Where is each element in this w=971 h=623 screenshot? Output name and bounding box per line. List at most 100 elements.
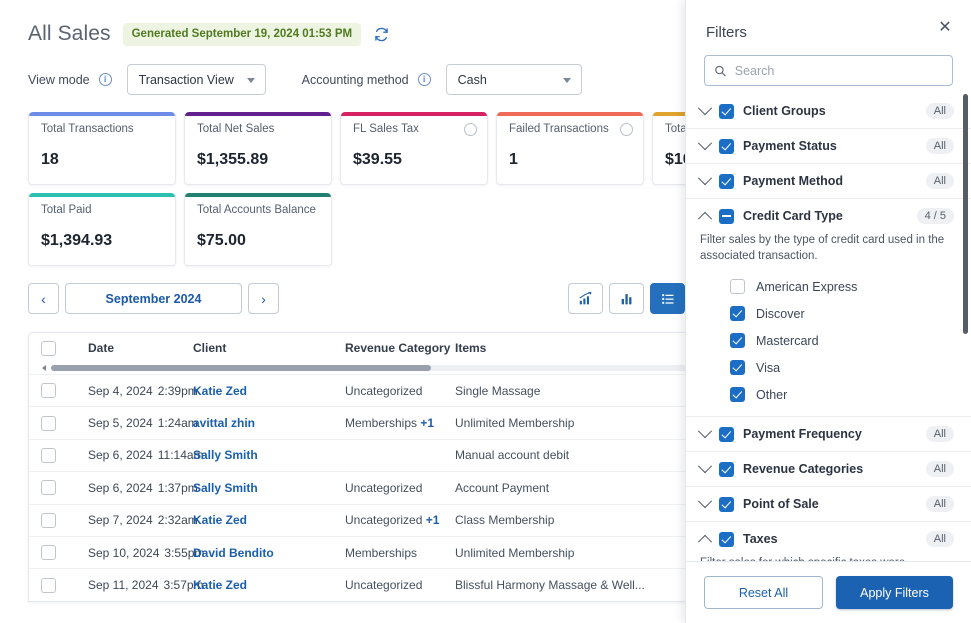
chevron-down-icon[interactable] [697, 101, 713, 116]
kpi-card: Total Accounts Balance $75.00 [184, 193, 332, 266]
horizontal-scrollbar[interactable] [29, 363, 685, 374]
filter-group-header[interactable]: Credit Card Type 4 / 5 [686, 199, 971, 233]
filter-option-checkbox[interactable] [730, 279, 745, 294]
filter-group-header[interactable]: Payment Method All [686, 164, 971, 198]
chevron-down-icon[interactable] [697, 136, 713, 151]
filter-group-count: All [925, 531, 954, 547]
filter-group-header[interactable]: Payment Status All [686, 129, 971, 163]
filter-option[interactable]: Mastercard [686, 327, 971, 354]
category-extra-count: +1 [420, 416, 435, 431]
row-checkbox[interactable] [41, 415, 56, 431]
filter-group-header[interactable]: Client Groups All [686, 94, 971, 128]
chevron-up-icon[interactable] [697, 211, 713, 226]
kpi-title: Total Net Sales [197, 123, 275, 135]
chevron-down-icon[interactable] [697, 171, 713, 186]
cell-client[interactable]: Sally Smith [193, 481, 345, 495]
row-checkbox[interactable] [41, 512, 56, 528]
cell-revenue-category: Uncategorized [345, 578, 455, 592]
filter-group-client-groups: Client Groups All [686, 94, 971, 129]
row-checkbox[interactable] [41, 447, 56, 463]
date-value: Sep 10, 2024 [88, 545, 160, 560]
search-input[interactable] [734, 63, 943, 78]
chevron-up-icon[interactable] [697, 534, 713, 549]
view-mode-select[interactable]: Transaction View [126, 64, 266, 95]
filter-option[interactable]: Discover [686, 300, 971, 327]
table-row[interactable]: Sep 5, 2024 1:24am avittal zhin Membershi… [29, 406, 685, 438]
accounting-method-label: Accounting method [301, 72, 409, 87]
filters-panel: Filters ✕ Client Groups All [685, 0, 971, 623]
filter-group-header[interactable]: Revenue Categories All [686, 452, 971, 486]
filter-group-checkbox[interactable] [719, 496, 734, 512]
filter-group-payment-frequency: Payment Frequency All [686, 417, 971, 452]
scroll-left-arrow-icon[interactable] [42, 365, 46, 371]
chevron-down-icon[interactable] [697, 459, 713, 474]
filter-option-checkbox[interactable] [730, 387, 745, 402]
accounting-method-info-icon[interactable]: i [417, 73, 431, 86]
column-header-date[interactable]: Date [56, 341, 193, 355]
apply-filters-button[interactable]: Apply Filters [836, 576, 953, 609]
filter-group-payment-status: Payment Status All [686, 129, 971, 164]
kpi-card: Failed Transactions 1 [496, 112, 644, 185]
filter-group-checkbox[interactable] [719, 103, 734, 119]
filter-group-header[interactable]: Point of Sale All [686, 487, 971, 521]
column-header-client[interactable]: Client [193, 341, 345, 355]
cell-client[interactable]: Katie Zed [193, 384, 345, 398]
bar-chart-view-button[interactable] [609, 283, 644, 314]
row-checkbox[interactable] [41, 480, 56, 496]
period-label-button[interactable]: September 2024 [65, 283, 242, 314]
filter-option-checkbox[interactable] [730, 306, 745, 321]
cell-client[interactable]: avittal zhin [193, 416, 345, 430]
filter-option-checkbox[interactable] [730, 360, 745, 375]
previous-period-button[interactable]: ‹ [28, 283, 59, 314]
filter-option[interactable]: American Express [686, 273, 971, 300]
table-row[interactable]: Sep 11, 2024 3:57pm Katie Zed Uncategoriz… [29, 568, 685, 600]
row-checkbox[interactable] [41, 577, 56, 593]
filter-group-checkbox[interactable] [719, 461, 734, 477]
filter-group-label: Taxes [743, 532, 778, 546]
next-period-button[interactable]: › [248, 283, 279, 314]
close-icon[interactable]: ✕ [936, 19, 954, 37]
filters-scrollbar-thumb[interactable] [963, 94, 968, 334]
filter-option[interactable]: Other [686, 381, 971, 408]
table-row[interactable]: Sep 7, 2024 2:32am Katie Zed Uncategorize… [29, 503, 685, 536]
select-all-checkbox[interactable] [41, 340, 56, 356]
cell-client[interactable]: Sally Smith [193, 448, 345, 462]
table-row[interactable]: Sep 6, 2024 1:37pm Sally Smith Uncategori… [29, 471, 685, 503]
filter-group-checkbox[interactable] [719, 138, 734, 154]
filter-group-checkbox[interactable] [719, 208, 734, 224]
kpi-value: 1 [509, 151, 518, 168]
chevron-down-icon [246, 78, 255, 83]
scrollbar-thumb[interactable] [51, 365, 431, 371]
trend-chart-view-button[interactable] [568, 283, 603, 314]
refresh-icon[interactable] [373, 26, 390, 43]
kpi-value: $39.55 [353, 151, 402, 168]
kpi-value: $1,355.89 [197, 151, 269, 168]
cell-client[interactable]: David Bendito [193, 546, 345, 560]
filters-footer: Reset All Apply Filters [686, 561, 971, 623]
cell-date: Sep 5, 2024 1:24am [56, 416, 198, 430]
table-row[interactable]: Sep 4, 2024 2:39pm Katie Zed Uncategorize… [29, 374, 685, 406]
table-row[interactable]: Sep 10, 2024 3:55pm David Bendito Members… [29, 535, 685, 568]
accounting-method-select[interactable]: Cash [445, 64, 582, 95]
filter-option[interactable]: Visa [686, 354, 971, 381]
row-checkbox[interactable] [41, 383, 56, 399]
cell-client[interactable]: Katie Zed [193, 513, 345, 527]
filter-group-checkbox[interactable] [719, 426, 734, 442]
filter-group-checkbox[interactable] [719, 173, 734, 189]
kpi-title: Total Transactions [41, 123, 134, 135]
table-row[interactable]: Sep 6, 2024 11:14am Sally Smith Manual ac… [29, 438, 685, 471]
column-header-items[interactable]: Items [455, 341, 675, 355]
reset-all-button[interactable]: Reset All [704, 576, 823, 609]
row-checkbox[interactable] [41, 545, 56, 561]
filter-group-header[interactable]: Payment Frequency All [686, 417, 971, 451]
filter-option-checkbox[interactable] [730, 333, 745, 348]
list-view-button[interactable] [650, 283, 685, 314]
filter-group-checkbox[interactable] [719, 531, 734, 547]
cell-client[interactable]: Katie Zed [193, 578, 345, 592]
chevron-down-icon[interactable] [697, 494, 713, 509]
filter-group-header[interactable]: Taxes All [686, 522, 971, 556]
filters-search[interactable] [704, 55, 953, 86]
column-header-revenue-category[interactable]: Revenue Category [345, 341, 455, 355]
view-mode-info-icon[interactable]: i [98, 73, 112, 86]
chevron-down-icon[interactable] [697, 424, 713, 439]
